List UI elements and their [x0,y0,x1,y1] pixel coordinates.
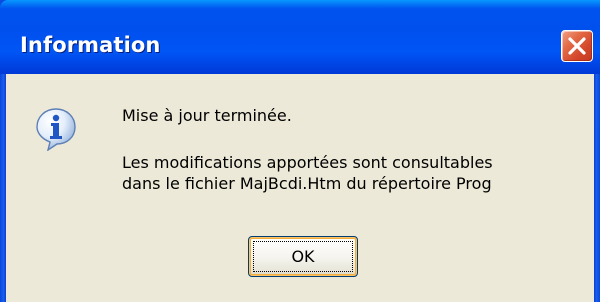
close-icon [568,37,586,55]
dialog-title: Information [20,33,161,57]
window-frame-right [594,74,600,302]
message-detail-line2: dans le fichier MajBcdi.Htm du répertoir… [122,174,492,193]
message-status: Mise à jour terminée. [122,106,292,125]
dialog-body: Mise à jour terminée. Les modifications … [6,74,594,302]
close-button[interactable] [561,30,593,62]
message-detail-line1: Les modifications apportées sont consult… [122,153,493,172]
info-icon [36,108,76,151]
ok-button[interactable]: OK [248,236,358,277]
ok-button-label: OK [291,247,315,266]
information-dialog: Information Mise à jour terminée. Les mo… [0,0,600,302]
title-bar[interactable]: Information [0,0,600,74]
